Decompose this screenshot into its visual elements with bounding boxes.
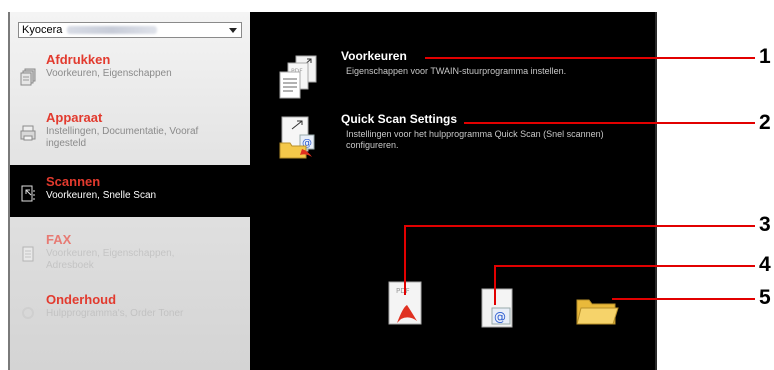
sidebar-item-apparaat[interactable]: Apparaat Instellingen, Documentatie, Voo… bbox=[10, 110, 250, 158]
entry-quick-scan-settings[interactable]: @ Quick Scan Settings Instellingen voor … bbox=[250, 112, 650, 172]
printer-docs-icon bbox=[20, 68, 36, 86]
sidebar-item-title: Apparaat bbox=[46, 110, 103, 125]
device-select[interactable]: Kyocera bbox=[18, 22, 242, 38]
callout-vline-3 bbox=[404, 225, 406, 295]
sidebar-item-scannen[interactable]: Scannen Voorkeuren, Snelle Scan bbox=[10, 165, 250, 217]
callout-line-1 bbox=[425, 57, 755, 59]
sidebar-item-subtitle: Voorkeuren, Eigenschappen, Adresboek bbox=[46, 248, 175, 271]
sidebar-item-subtitle: Hulpprogramma's, Order Toner bbox=[46, 308, 184, 319]
scan-doc-icon bbox=[21, 185, 35, 202]
main-panel: PDF Voorkeuren Eigenschappen voor TWAIN-… bbox=[250, 12, 655, 370]
sidebar-item-title: Afdrukken bbox=[46, 52, 111, 67]
sidebar-item-afdrukken[interactable]: Afdrukken Voorkeuren, Eigenschappen bbox=[10, 52, 250, 100]
sidebar-item-title: Scannen bbox=[46, 174, 101, 189]
scan-to-email-icon[interactable]: @ bbox=[480, 288, 516, 328]
sidebar-item-title: FAX bbox=[46, 232, 72, 247]
sidebar-item-subtitle: Instellingen, Documentatie, Vooraf inges… bbox=[46, 126, 199, 149]
sidebar-item-fax[interactable]: FAX Voorkeuren, Eigenschappen, Adresboek bbox=[10, 232, 250, 280]
email-at-label: @ bbox=[494, 310, 506, 324]
entry-title: Quick Scan Settings bbox=[341, 112, 458, 126]
sidebar-item-subtitle: Voorkeuren, Snelle Scan bbox=[46, 190, 157, 201]
scan-to-pdf-icon[interactable]: PDF bbox=[387, 281, 425, 325]
device-select-value: Kyocera bbox=[22, 24, 63, 36]
fax-icon bbox=[22, 246, 34, 262]
window-right-border bbox=[655, 12, 657, 370]
window-top-frame bbox=[8, 0, 657, 12]
entry-description: Instellingen voor het hulpprogramma Quic… bbox=[346, 129, 604, 150]
blurred-device-name bbox=[67, 26, 157, 34]
sidebar-item-title: Onderhoud bbox=[46, 292, 117, 307]
callout-number-3: 3 bbox=[759, 213, 771, 236]
maintenance-icon bbox=[22, 307, 34, 319]
sidebar-item-onderhoud[interactable]: Onderhoud Hulpprogramma's, Order Toner bbox=[10, 292, 250, 332]
quick-scan-icon: @ bbox=[279, 116, 315, 159]
entry-description: Eigenschappen voor TWAIN-stuurprogramma … bbox=[346, 66, 567, 76]
pdf-label: PDF bbox=[396, 287, 410, 295]
printer-device-icon bbox=[20, 125, 36, 141]
callout-number-1: 1 bbox=[759, 45, 771, 68]
window-left-border bbox=[8, 12, 10, 370]
twain-docs-icon: PDF bbox=[279, 55, 317, 99]
callout-line-5 bbox=[612, 298, 755, 300]
entry-title: Voorkeuren bbox=[341, 49, 407, 63]
callout-number-2: 2 bbox=[759, 111, 771, 134]
callout-number-4: 4 bbox=[759, 253, 771, 276]
callout-number-5: 5 bbox=[759, 286, 771, 309]
callout-vline-4 bbox=[494, 265, 496, 305]
callout-line-3 bbox=[404, 225, 755, 227]
sidebar: Kyocera Afdrukken Voorkeuren, Eigenschap… bbox=[10, 12, 250, 370]
callout-line-4 bbox=[494, 265, 755, 267]
chevron-down-icon[interactable] bbox=[229, 28, 237, 33]
scan-to-folder-icon[interactable] bbox=[575, 296, 619, 326]
callout-line-2 bbox=[464, 122, 755, 124]
sidebar-item-subtitle: Voorkeuren, Eigenschappen bbox=[46, 68, 172, 79]
